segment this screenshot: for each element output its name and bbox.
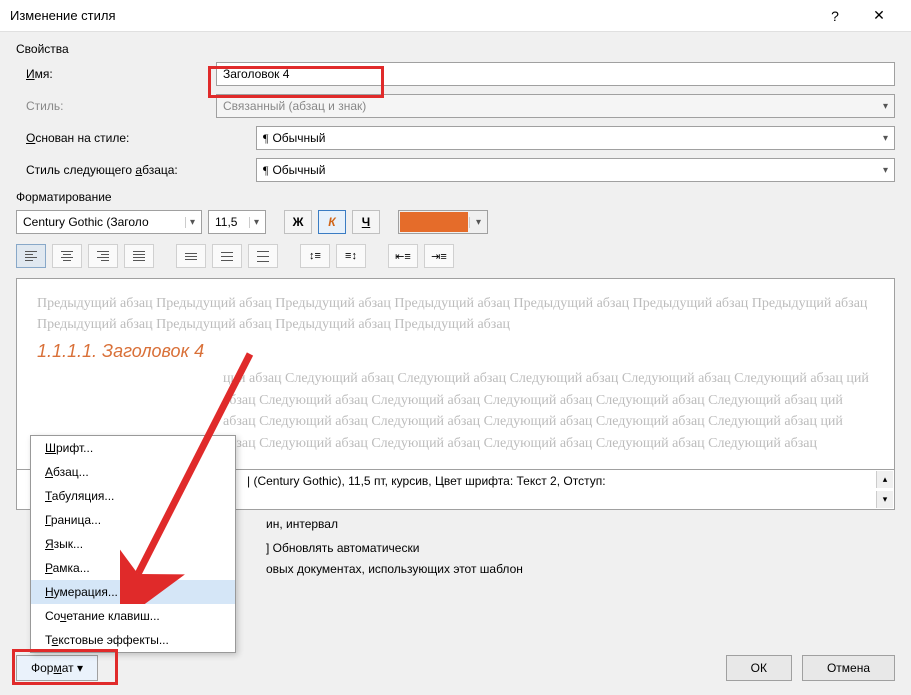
space-after-icon: ≡↕: [345, 250, 357, 262]
chevron-down-icon: ▾: [883, 133, 888, 144]
chevron-down-icon: ▾: [249, 217, 259, 228]
properties-section-label: Свойства: [16, 42, 895, 56]
based-on-row: Основан на стиле: ¶Обычный ▾: [16, 126, 895, 150]
style-type-select: Связанный (абзац и знак) ▾: [216, 94, 895, 118]
menu-tabs[interactable]: Табуляция...: [31, 484, 235, 508]
based-on-select[interactable]: ¶Обычный ▾: [256, 126, 895, 150]
name-input[interactable]: [216, 62, 895, 86]
menu-shortcut[interactable]: Сочетание клавиш...: [31, 604, 235, 628]
menu-paragraph[interactable]: Абзац...: [31, 460, 235, 484]
name-label: Имя:: [16, 67, 216, 81]
name-row: Имя:: [16, 62, 895, 86]
spacing-icon: [257, 251, 269, 262]
menu-text-effects[interactable]: Текстовые эффекты...: [31, 628, 235, 652]
font-color-button[interactable]: ▾: [398, 210, 488, 234]
scroll-down-button[interactable]: ▾: [876, 491, 893, 508]
space-before-inc-button[interactable]: ↕≡: [300, 244, 330, 268]
formatting-section-label: Форматирование: [16, 190, 895, 204]
font-combo[interactable]: Century Gothic (Заголо▾: [16, 210, 202, 234]
line-spacing-15-button[interactable]: [212, 244, 242, 268]
align-left-button[interactable]: [16, 244, 46, 268]
italic-button[interactable]: К: [318, 210, 346, 234]
align-center-button[interactable]: [52, 244, 82, 268]
cancel-button[interactable]: Отмена: [802, 655, 895, 681]
style-type-label: Стиль:: [16, 99, 216, 113]
indent-right-icon: ⇥≡: [431, 250, 447, 263]
spacing-icon: [185, 253, 197, 260]
scroll-up-button[interactable]: ▴: [876, 471, 893, 488]
next-style-row: Стиль следующего абзаца: ¶Обычный ▾: [16, 158, 895, 182]
menu-frame[interactable]: Рамка...: [31, 556, 235, 580]
dialog-title: Изменение стиля: [10, 8, 813, 23]
spacing-icon: [221, 252, 233, 261]
align-center-icon: [61, 251, 73, 261]
style-type-row: Стиль: Связанный (абзац и знак) ▾: [16, 94, 895, 118]
chevron-down-icon: ▾: [185, 217, 195, 228]
preview-sample-text: 1.1.1.1. Заголовок 4: [37, 341, 874, 362]
chevron-down-icon: ▾: [469, 217, 487, 228]
align-right-icon: [97, 251, 109, 261]
titlebar: Изменение стиля ? ✕: [0, 0, 911, 32]
space-before-dec-button[interactable]: ≡↕: [336, 244, 366, 268]
next-style-select[interactable]: ¶Обычный ▾: [256, 158, 895, 182]
format-button[interactable]: Формат ▾: [16, 655, 98, 681]
menu-font[interactable]: Шрифт...: [31, 436, 235, 460]
align-right-button[interactable]: [88, 244, 118, 268]
align-left-icon: [25, 251, 37, 261]
line-spacing-1-button[interactable]: [176, 244, 206, 268]
menu-language[interactable]: Язык...: [31, 532, 235, 556]
scope-radio-label: овых документах, использующих этот шабло…: [266, 559, 895, 579]
align-justify-icon: [133, 251, 145, 261]
underline-button[interactable]: Ч: [352, 210, 380, 234]
preview-prev-paragraph: Предыдущий абзац Предыдущий абзац Предыд…: [37, 293, 874, 335]
font-size-combo[interactable]: 11,5▾: [208, 210, 266, 234]
line-spacing-2-button[interactable]: [248, 244, 278, 268]
align-justify-button[interactable]: [124, 244, 154, 268]
chevron-down-icon: ▾: [883, 101, 888, 112]
next-style-label: Стиль следующего абзаца:: [16, 163, 216, 177]
close-button[interactable]: ✕: [857, 0, 901, 32]
color-swatch: [400, 212, 468, 232]
indent-left-icon: ⇤≡: [395, 250, 411, 263]
bold-button[interactable]: Ж: [284, 210, 312, 234]
format-menu: Шрифт... Абзац... Табуляция... Граница..…: [30, 435, 236, 653]
based-on-label: Основан на стиле:: [16, 131, 216, 145]
help-button[interactable]: ?: [813, 0, 857, 32]
auto-update-checkbox-label: Обновлять автоматически: [273, 541, 420, 555]
space-before-icon: ↕≡: [309, 250, 321, 262]
ok-button[interactable]: ОК: [726, 655, 792, 681]
paragraph-toolbar: ↕≡ ≡↕ ⇤≡ ⇥≡: [16, 244, 895, 268]
indent-dec-button[interactable]: ⇤≡: [388, 244, 418, 268]
chevron-down-icon: ▾: [883, 165, 888, 176]
menu-border[interactable]: Граница...: [31, 508, 235, 532]
indent-inc-button[interactable]: ⇥≡: [424, 244, 454, 268]
menu-numbering[interactable]: Нумерация...: [31, 580, 235, 604]
